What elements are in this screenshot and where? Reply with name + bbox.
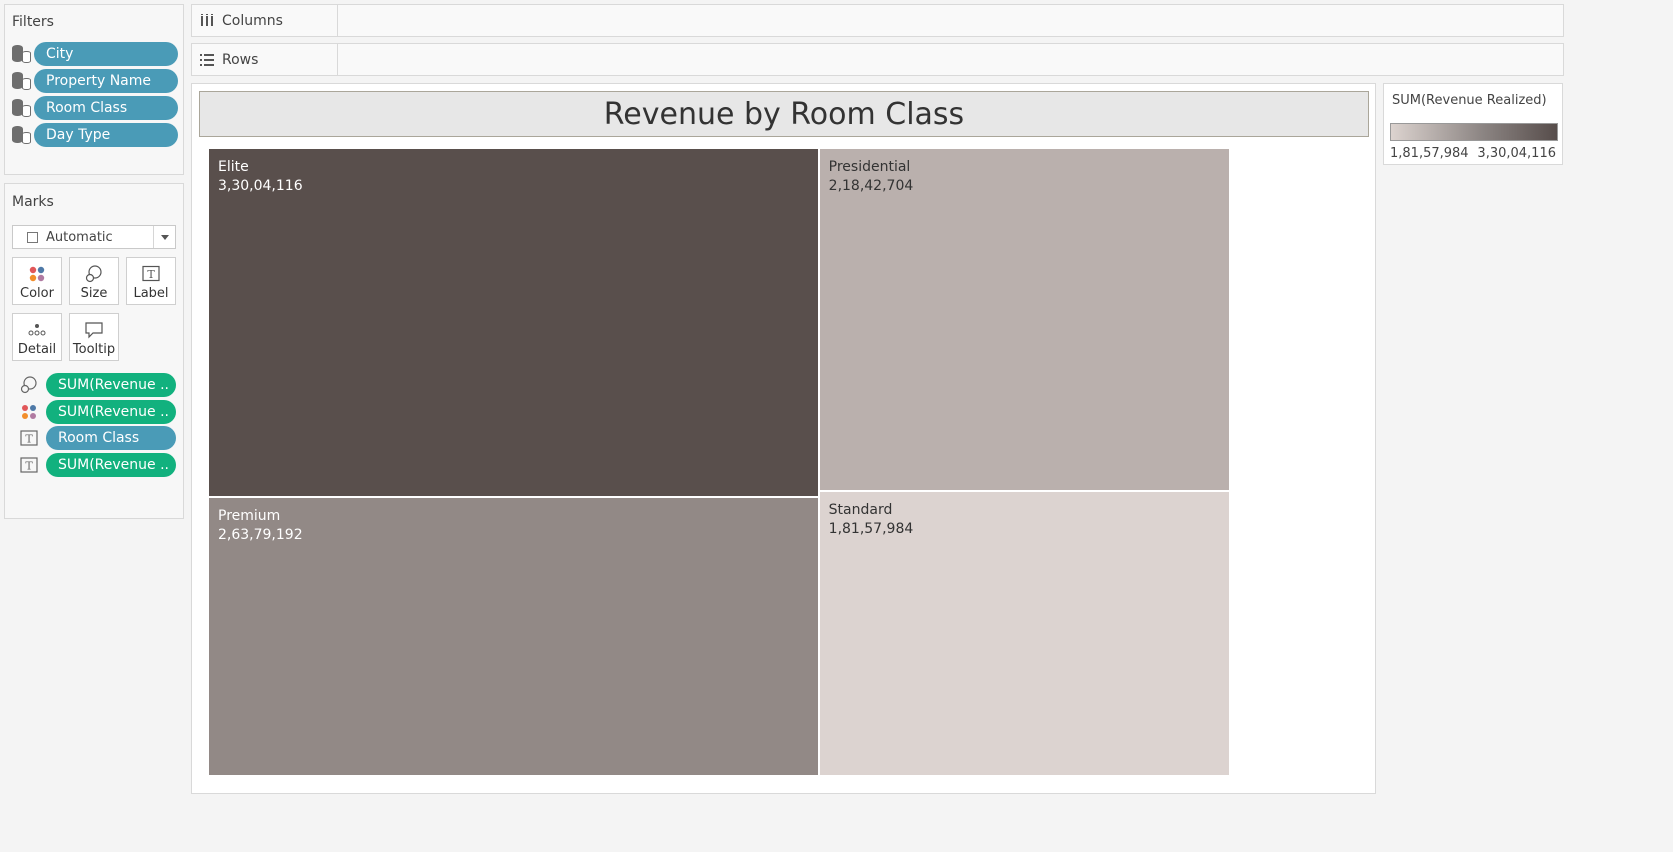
viz-area: Elite 3,30,04,116 Premium 2,63,79,192 Presid… — [191, 83, 1376, 794]
svg-text:T: T — [25, 433, 33, 446]
legend-title: SUM(Revenue Realized) — [1392, 93, 1547, 108]
marks-shelf-item[interactable]: SUM(Revenue .. — [18, 400, 176, 424]
size-icon — [20, 376, 37, 394]
color-button-label: Color — [20, 286, 54, 301]
tile-value-label: 3,30,04,116 — [218, 178, 303, 194]
chart-title: Revenue by Room Class — [199, 91, 1369, 137]
detail-button[interactable]: Detail — [12, 313, 62, 361]
filter-room-class[interactable]: Room Class — [10, 96, 178, 120]
legend-min-label: 1,81,57,984 — [1390, 146, 1469, 161]
marks-panel: Marks Automatic Color Size T Label Detai… — [4, 183, 184, 519]
marks-title: Marks — [12, 194, 54, 210]
tile-value-label: 2,18,42,704 — [828, 178, 914, 194]
tile-value-label: 2,63,79,192 — [218, 527, 303, 544]
marks-shelf-item[interactable]: T Room Class — [18, 426, 176, 450]
label-icon: T — [142, 265, 160, 282]
tile-name-label: Elite — [218, 159, 249, 175]
mark-type-dropdown[interactable]: Automatic — [12, 225, 176, 249]
filter-pill-room-class[interactable]: Room Class — [34, 96, 178, 120]
size-icon — [85, 265, 102, 283]
tooltip-button[interactable]: Tooltip — [69, 313, 119, 361]
shelf-pill-label-measure[interactable]: SUM(Revenue .. — [46, 453, 176, 477]
columns-shelf-label: Columns — [192, 5, 338, 36]
filter-pill-city[interactable]: City — [34, 42, 178, 66]
chevron-down-icon[interactable] — [153, 226, 175, 248]
detail-icon — [28, 324, 46, 336]
tooltip-button-label: Tooltip — [72, 342, 116, 357]
legend-color-ramp — [1390, 123, 1558, 141]
svg-text:T: T — [25, 460, 33, 473]
rows-shelf-label: Rows — [192, 44, 338, 75]
treemap-tile-standard[interactable]: Standard 1,81,57,984 — [818, 490, 1230, 776]
treemap-chart: Elite 3,30,04,116 Premium 2,63,79,192 Presid… — [192, 84, 1377, 795]
label-button[interactable]: T Label — [126, 257, 176, 305]
database-icon — [10, 125, 32, 145]
columns-shelf[interactable]: Columns — [191, 4, 1564, 37]
rows-label-text: Rows — [222, 51, 259, 68]
mark-type-value: Automatic — [46, 229, 113, 245]
columns-label-text: Columns — [222, 12, 283, 29]
color-icon — [29, 266, 45, 282]
tile-name-label: Premium — [218, 508, 281, 525]
filter-pill-property-name[interactable]: Property Name — [34, 69, 178, 93]
filter-day-type[interactable]: Day Type — [10, 123, 178, 147]
tile-name-label: Standard — [828, 501, 893, 518]
rows-shelf[interactable]: Rows — [191, 43, 1564, 76]
filters-panel: Filters City Property Name Room Class Da… — [4, 4, 184, 175]
svg-text:T: T — [147, 268, 155, 281]
tile-name-label: Presidential — [828, 159, 911, 175]
shelf-pill-size[interactable]: SUM(Revenue .. — [46, 373, 176, 397]
columns-icon — [201, 13, 213, 26]
marks-shelf-item[interactable]: SUM(Revenue .. — [18, 373, 176, 397]
database-icon — [10, 71, 32, 91]
database-icon — [10, 44, 32, 64]
filter-pill-day-type[interactable]: Day Type — [34, 123, 178, 147]
color-button[interactable]: Color — [12, 257, 62, 305]
marks-shelf-item[interactable]: T SUM(Revenue .. — [18, 453, 176, 477]
tooltip-icon — [85, 322, 103, 339]
label-icon: T — [20, 430, 38, 446]
square-icon — [27, 231, 38, 243]
legend-max-label: 3,30,04,116 — [1477, 146, 1556, 161]
treemap-tile-elite[interactable]: Elite 3,30,04,116 — [208, 148, 819, 498]
size-button[interactable]: Size — [69, 257, 119, 305]
rows-icon — [200, 53, 214, 66]
treemap-tile-presidential[interactable]: Presidential 2,18,42,704 — [818, 148, 1230, 491]
color-icon — [22, 405, 36, 419]
detail-button-label: Detail — [17, 342, 57, 357]
database-icon — [10, 98, 32, 118]
color-legend[interactable]: SUM(Revenue Realized) 1,81,57,984 3,30,0… — [1383, 83, 1563, 165]
shelf-pill-color[interactable]: SUM(Revenue .. — [46, 400, 176, 424]
size-button-label: Size — [80, 286, 108, 301]
label-button-label: Label — [133, 286, 169, 301]
label-icon: T — [20, 457, 38, 473]
filter-property-name[interactable]: Property Name — [10, 69, 178, 93]
filters-title: Filters — [12, 14, 54, 30]
filter-city[interactable]: City — [10, 42, 178, 66]
tile-value-label: 1,81,57,984 — [828, 520, 914, 537]
shelf-pill-room-class[interactable]: Room Class — [46, 426, 176, 450]
treemap-tile-premium[interactable]: Premium 2,63,79,192 — [208, 497, 819, 776]
